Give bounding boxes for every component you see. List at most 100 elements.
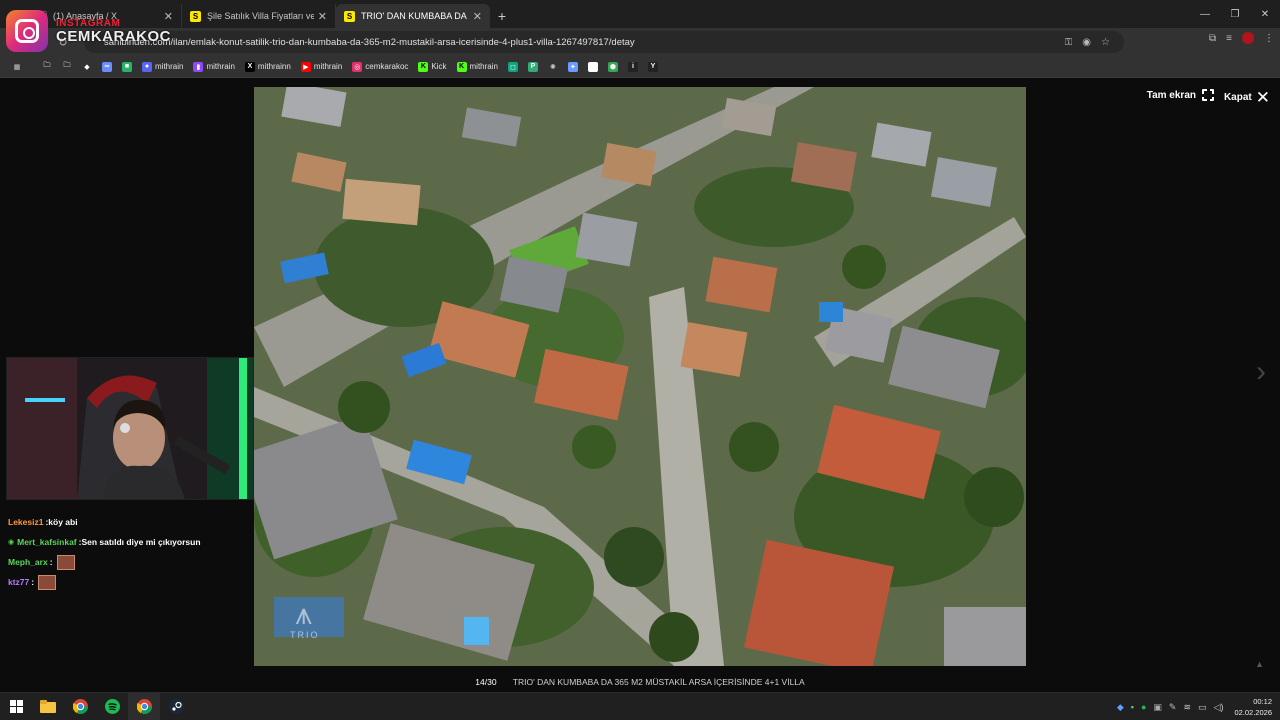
bookmark-mithrain[interactable]: ▮ mithrain bbox=[189, 58, 238, 76]
bookmark-yt[interactable]: Y bbox=[644, 58, 662, 76]
spotify-button[interactable] bbox=[96, 693, 128, 720]
spotify-tray-icon[interactable]: ● bbox=[1141, 702, 1146, 712]
window-close-button[interactable]: ✕ bbox=[1250, 0, 1280, 28]
badge-icon: ◉ bbox=[8, 539, 15, 546]
apps-button[interactable]: ▦ bbox=[8, 58, 26, 76]
star-icon[interactable]: ☆ bbox=[1101, 37, 1110, 48]
doc-icon: ▤ bbox=[587, 61, 598, 72]
address-bar[interactable]: sahibinden.com/ilan/emlak-konut-satilik-… bbox=[84, 31, 1124, 53]
gemini-icon: ✦ bbox=[567, 61, 578, 72]
chat-username[interactable]: Mert_kafsinkaf bbox=[17, 537, 77, 547]
bookmark-label: mithrain bbox=[313, 62, 343, 71]
sahibinden-icon: S bbox=[344, 10, 355, 22]
tray-app-icon[interactable]: ▪ bbox=[1131, 702, 1134, 712]
chat-text: Sen satıldı diye mi çıkıyorsun bbox=[81, 537, 201, 547]
chat-username[interactable]: Meph_arx bbox=[8, 557, 48, 567]
bookmark-mithrain[interactable]: ▶ mithrain bbox=[297, 58, 346, 76]
tray-app-icon[interactable]: ◆ bbox=[1117, 702, 1124, 713]
sahibinden-icon: S bbox=[190, 10, 201, 22]
kick-icon: K bbox=[456, 61, 467, 72]
bookmark-green-square[interactable]: ■ bbox=[118, 58, 136, 76]
webcam-feed bbox=[6, 357, 254, 500]
network-icon[interactable]: ▭ bbox=[1198, 702, 1207, 713]
caption-text: TRIO' DAN KUMBABA DA 365 M2 MÜSTAKİL ARS… bbox=[512, 677, 805, 687]
close-icon[interactable]: ✕ bbox=[318, 10, 327, 23]
maps-icon: ⬢ bbox=[607, 61, 618, 72]
bookmark-cemkarakoc[interactable]: ◎ cemkarakoc bbox=[348, 58, 412, 76]
close-viewer-button[interactable]: Kapat ✕ bbox=[1224, 89, 1270, 106]
fullscreen-label: Tam ekran bbox=[1146, 89, 1196, 101]
media-icon[interactable]: ≡ bbox=[1226, 33, 1232, 44]
taskbar: ◆ ▪ ● ▣ ✎ ≋ ▭ ◁) 00:12 02.02.2026 bbox=[0, 692, 1280, 720]
instagram-overlay: INSTAGRAM CEMKARAKOC bbox=[6, 10, 171, 52]
bookmark-loop[interactable]: ∞ bbox=[98, 58, 116, 76]
png-icon: P bbox=[527, 61, 538, 72]
inv-icon: i bbox=[627, 61, 638, 72]
instagram-icon: ◎ bbox=[352, 61, 363, 72]
bookmark-folder[interactable]: 🗀 bbox=[58, 58, 76, 76]
pen-icon[interactable]: ✎ bbox=[1169, 702, 1177, 713]
bookmark-inv[interactable]: i bbox=[624, 58, 642, 76]
bookmark-maps[interactable]: ⬢ bbox=[604, 58, 622, 76]
chat-username[interactable]: Lekesiz1 bbox=[8, 517, 43, 527]
twitch-icon: ▮ bbox=[193, 61, 204, 72]
bookmark-openai[interactable]: ✺ bbox=[544, 58, 562, 76]
extensions-icon[interactable]: ⧉ bbox=[1209, 33, 1216, 44]
tray-app-icon[interactable]: ▣ bbox=[1153, 702, 1162, 713]
chat-icon: ◻ bbox=[507, 61, 518, 72]
kick-icon: K bbox=[418, 61, 429, 72]
tab-trio-listing[interactable]: S TRIO' DAN KUMBABA DA 365 M ✕ bbox=[336, 4, 490, 28]
bookmark-png[interactable]: P bbox=[524, 58, 542, 76]
bookmarks-bar: ▦ 🗀 🗀 ◆ ∞ ■ ● mithrain ▮ mithrain Xmithrainn ▶ mith… bbox=[0, 56, 1280, 78]
windows-start-button[interactable] bbox=[0, 693, 32, 720]
close-icon[interactable]: ✕ bbox=[473, 10, 482, 23]
chat-message: Meph_arx : bbox=[8, 552, 252, 572]
bookmark-diamond[interactable]: ◆ bbox=[78, 58, 96, 76]
profile-avatar[interactable] bbox=[1242, 32, 1254, 44]
minimize-button[interactable]: — bbox=[1190, 0, 1220, 28]
chrome-button[interactable] bbox=[64, 693, 96, 720]
trio-watermark: ⩚ TRIO bbox=[290, 600, 320, 641]
chrome-icon bbox=[136, 699, 152, 714]
bookmark-doc[interactable]: ▤ bbox=[584, 58, 602, 76]
clock[interactable]: 00:12 02.02.2026 bbox=[1234, 696, 1272, 718]
volume-icon[interactable]: ◁) bbox=[1214, 702, 1224, 713]
bookmark-chat[interactable]: ◻ bbox=[504, 58, 522, 76]
scroll-up-icon[interactable]: ▲ bbox=[1255, 659, 1264, 669]
emote-icon bbox=[56, 554, 75, 570]
chat-username[interactable]: ktz77 bbox=[8, 577, 29, 587]
diamond-icon: ◆ bbox=[84, 63, 90, 71]
eye-off-icon[interactable]: ◉ bbox=[1082, 37, 1091, 48]
watermark-text: TRIO bbox=[290, 630, 320, 640]
new-tab-button[interactable]: + bbox=[490, 4, 514, 28]
maximize-button[interactable]: ❐ bbox=[1220, 0, 1250, 28]
bookmark-mithrain[interactable]: ● mithrain bbox=[138, 58, 187, 76]
chrome-active-button[interactable] bbox=[128, 692, 160, 720]
key-icon[interactable]: ⚿ bbox=[1065, 37, 1073, 48]
fullscreen-button[interactable]: Tam ekran bbox=[1146, 88, 1215, 102]
bookmark-folder[interactable]: 🗀 bbox=[38, 58, 56, 76]
bookmark-gemini[interactable]: ✦ bbox=[564, 58, 582, 76]
menu-icon[interactable]: ⋮ bbox=[1264, 33, 1274, 44]
folder-icon: 🗀 bbox=[43, 62, 51, 69]
grid-icon: ▦ bbox=[13, 63, 21, 71]
wifi-icon[interactable]: ≋ bbox=[1183, 702, 1191, 713]
instagram-icon bbox=[6, 10, 48, 52]
chat-message: ◉ Mert_kafsinkaf : Sen satıldı diye mi çı… bbox=[8, 532, 252, 552]
aerial-view-image bbox=[254, 87, 1026, 666]
youtube-icon: ▶ bbox=[300, 61, 311, 72]
bookmark-mithrain[interactable]: Kmithrain bbox=[453, 58, 502, 76]
bookmark-Kick[interactable]: K Kick bbox=[414, 58, 450, 76]
steam-button[interactable] bbox=[160, 693, 192, 720]
bookmark-label: Kick bbox=[431, 62, 447, 71]
browser-toolbar: ← → ↻ sahibinden.com/ilan/emlak-konut-sa… bbox=[0, 28, 1280, 56]
discord-icon: ● bbox=[142, 61, 152, 72]
tab-title: TRIO' DAN KUMBABA DA 365 M bbox=[361, 11, 469, 21]
tab-sile-villa[interactable]: S Şile Satılık Villa Fiyatları ve Villa … bbox=[182, 4, 336, 28]
file-explorer-button[interactable] bbox=[32, 693, 64, 720]
expand-icon bbox=[1201, 88, 1215, 102]
next-photo-button[interactable]: › bbox=[1256, 355, 1266, 389]
loop-icon: ∞ bbox=[102, 61, 112, 72]
photo-caption: 14/30 TRIO' DAN KUMBABA DA 365 M2 MÜSTAK… bbox=[0, 677, 1280, 687]
bookmark-mithrainn[interactable]: Xmithrainn bbox=[241, 58, 295, 76]
